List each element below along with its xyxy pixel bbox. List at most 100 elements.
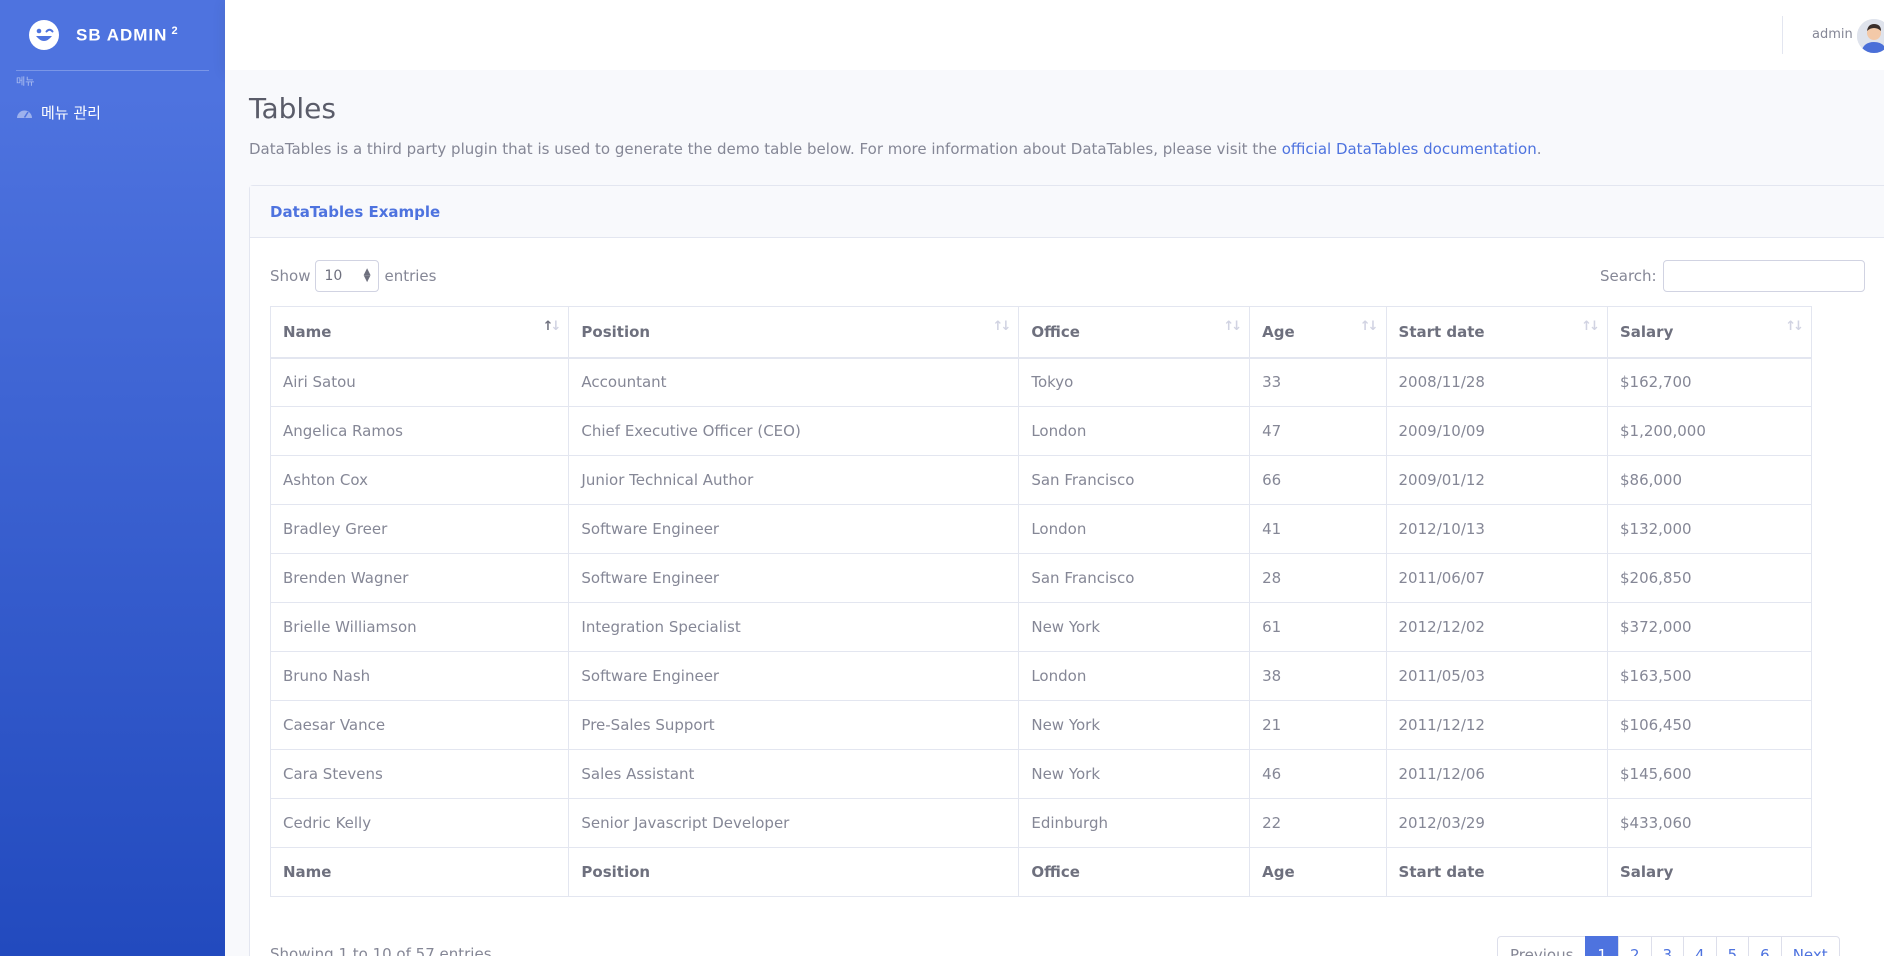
table-cell-start-date: 2011/05/03 [1385,651,1608,701]
pagination-page-1[interactable]: 1 [1585,936,1619,956]
table-cell-office: San Francisco [1018,455,1251,505]
table-cell-age: 46 [1249,749,1387,799]
table-cell-position: Chief Executive Officer (CEO) [568,406,1020,456]
table-cell-age: 47 [1249,406,1387,456]
card-title: DataTables Example [250,186,1884,238]
table-cell-start-date: 2011/06/07 [1385,553,1608,603]
length-show-label: Show [270,267,311,285]
table-cell-position: Software Engineer [568,553,1020,603]
sidebar-heading: 메뉴 [16,77,35,88]
sort-icon: ↑↓ [1785,319,1804,334]
table-cell-start-date: 2009/10/09 [1385,406,1608,456]
table-row: Airi Satou Accountant Tokyo 33 2008/11/28 $16… [269,357,1813,407]
column-header-salary[interactable]: Salary ↑↓ [1606,306,1813,359]
data-table: Name ↑↓ Position ↑↓ Office ↑↓ Age ↑↓ Start date ↑… [269,306,1813,897]
pagination-previous[interactable]: Previous [1497,936,1587,956]
page-title: Tables [249,92,336,125]
search-control: Search: [1600,260,1865,292]
table-cell-office: London [1018,504,1251,554]
table-cell-salary: $145,600 [1606,749,1813,799]
table-cell-office: London [1018,651,1251,701]
table-cell-name: Brielle Williamson [269,602,570,652]
table-cell-age: 28 [1249,553,1387,603]
sort-icon: ↑↓ [992,319,1012,334]
entries-select-value: 10 [324,268,343,284]
pagination-next[interactable]: Next [1780,936,1840,956]
table-cell-start-date: 2012/03/29 [1385,798,1608,848]
table-cell-name: Bruno Nash [269,651,570,701]
table-cell-start-date: 2008/11/28 [1385,357,1608,407]
select-arrows-icon: ▲ ▼ [363,267,371,284]
table-cell-office: Edinburgh [1018,798,1251,848]
table-cell-start-date: 2011/12/06 [1385,749,1608,799]
table-cell-position: Pre-Sales Support [568,700,1020,750]
datatables-card: DataTables Example Show 10 ▲ ▼ entries Se… [249,185,1884,956]
entries-select[interactable]: 10 ▲ ▼ [315,260,380,292]
sidebar-brand[interactable]: SB ADMIN 2 [0,0,225,70]
laugh-wink-icon [29,20,59,50]
column-header-start-date[interactable]: Start date ↑↓ [1385,306,1608,359]
table-cell-office: New York [1018,749,1251,799]
pagination-page-5[interactable]: 5 [1715,936,1750,956]
table-cell-start-date: 2012/12/02 [1385,602,1608,652]
table-row: Ashton Cox Junior Technical Author San Fra… [269,455,1813,505]
column-footer-start-date: Start date [1385,847,1608,897]
column-header-label: Office [1031,322,1080,341]
pagination-page-4[interactable]: 4 [1683,936,1717,956]
table-cell-name: Bradley Greer [269,504,570,554]
sort-icon: ↑↓ [1581,319,1600,334]
table-cell-salary: $206,850 [1606,553,1813,603]
table-cell-position: Software Engineer [568,651,1020,701]
avatar[interactable] [1857,19,1884,53]
table-cell-salary: $86,000 [1606,455,1813,505]
brand-version: 2 [171,24,179,37]
table-cell-office: London [1018,406,1251,456]
sidebar: SB ADMIN 2 메뉴 메뉴 관리 [0,0,225,956]
length-entries-label: entries [384,267,437,285]
table-cell-position: Integration Specialist [568,602,1020,652]
pagination-page-2[interactable]: 2 [1617,936,1652,956]
column-header-position[interactable]: Position ↑↓ [568,306,1020,359]
column-header-label: Position [581,322,651,341]
table-cell-salary: $163,500 [1606,651,1813,701]
column-header-label: Start date [1398,322,1485,341]
column-header-office[interactable]: Office ↑↓ [1018,306,1251,359]
table-cell-salary: $1,200,000 [1606,406,1813,456]
pagination: Previous 1 2 3 4 5 6 Next [1497,936,1840,956]
table-cell-start-date: 2009/01/12 [1385,455,1608,505]
table-row: Angelica Ramos Chief Executive Officer (C… [269,406,1813,456]
table-cell-start-date: 2011/12/12 [1385,700,1608,750]
column-header-name[interactable]: Name ↑↓ [269,306,570,359]
user-name[interactable]: admin [1812,27,1853,42]
table-cell-age: 38 [1249,651,1387,701]
table-cell-name: Cara Stevens [269,749,570,799]
table-cell-office: Tokyo [1018,357,1251,407]
search-input[interactable] [1662,260,1865,292]
table-row: Bruno Nash Software Engineer London 38 2011/… [269,651,1813,701]
column-footer-office: Office [1018,847,1251,897]
column-header-age[interactable]: Age ↑↓ [1249,306,1387,359]
table-cell-office: New York [1018,602,1251,652]
table-cell-office: New York [1018,700,1251,750]
table-cell-name: Brenden Wagner [269,553,570,603]
table-cell-salary: $132,000 [1606,504,1813,554]
pagination-page-6[interactable]: 6 [1748,936,1782,956]
column-header-label: Name [283,322,332,341]
table-cell-name: Angelica Ramos [269,406,570,456]
topbar: admin [225,0,1884,70]
column-footer-salary: Salary [1606,847,1813,897]
table-info: Showing 1 to 10 of 57 entries [270,945,492,956]
table-cell-age: 21 [1249,700,1387,750]
column-footer-position: Position [568,847,1020,897]
pagination-page-3[interactable]: 3 [1650,936,1685,956]
datatables-docs-link[interactable]: official DataTables documentation [1282,140,1537,158]
sidebar-item-menu-management[interactable]: 메뉴 관리 [0,88,225,123]
table-cell-salary: $433,060 [1606,798,1813,848]
table-cell-position: Accountant [568,357,1020,407]
table-row: Cedric Kelly Senior Javascript Developer E… [269,798,1813,848]
column-header-label: Salary [1619,322,1674,341]
brand-name: SB ADMIN 2 [76,24,179,45]
table-row: Bradley Greer Software Engineer London 41 20… [269,504,1813,554]
table-cell-name: Cedric Kelly [269,798,570,848]
column-footer-age: Age [1249,847,1387,897]
